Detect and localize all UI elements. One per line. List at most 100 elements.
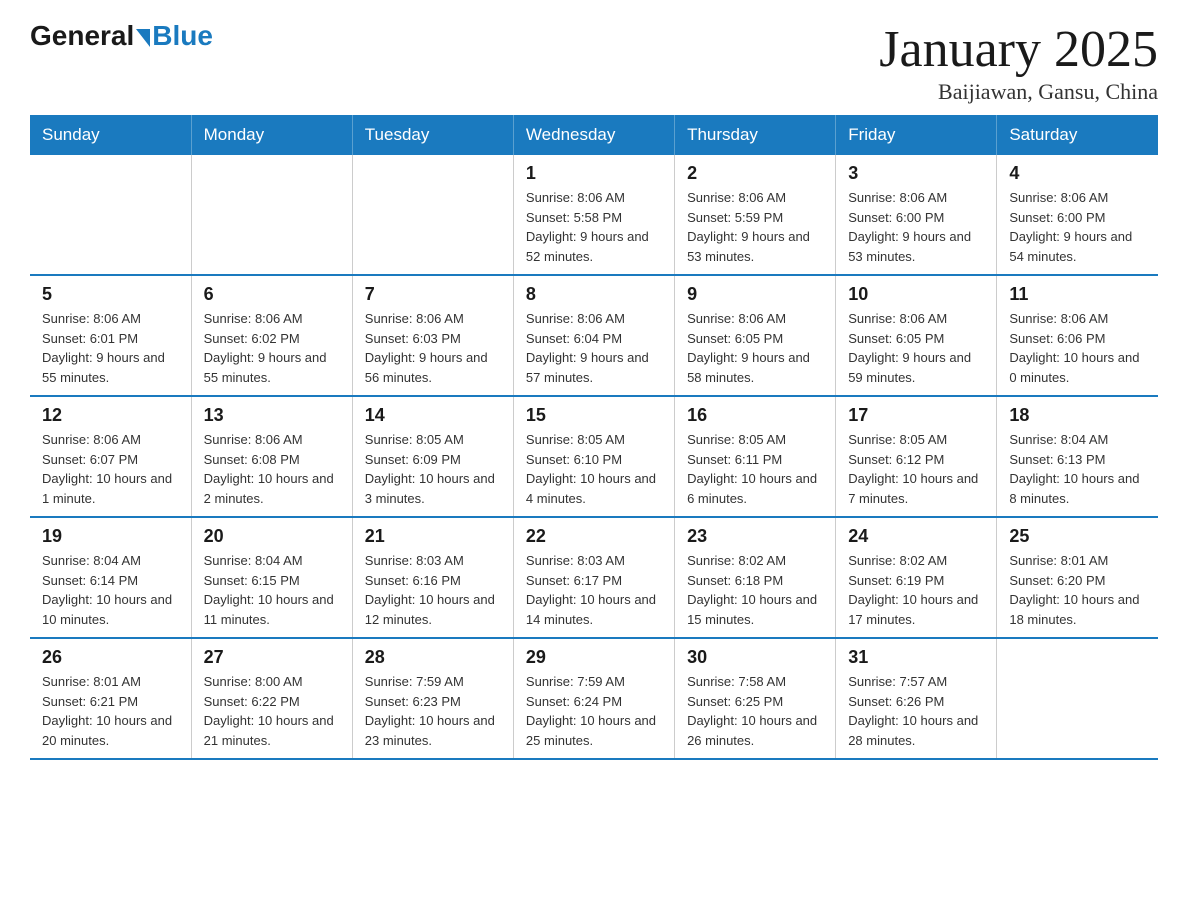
day-info: Sunrise: 8:06 AM Sunset: 6:00 PM Dayligh… — [1009, 188, 1146, 266]
day-info: Sunrise: 8:06 AM Sunset: 6:05 PM Dayligh… — [848, 309, 984, 387]
table-row: 31 Sunrise: 7:57 AM Sunset: 6:26 PM Dayli… — [836, 638, 997, 759]
day-number: 14 — [365, 405, 501, 426]
day-number: 17 — [848, 405, 984, 426]
day-number: 22 — [526, 526, 662, 547]
day-number: 5 — [42, 284, 179, 305]
day-info: Sunrise: 8:04 AM Sunset: 6:13 PM Dayligh… — [1009, 430, 1146, 508]
table-row: 9Sunrise: 8:06 AM Sunset: 6:05 PM Daylig… — [675, 275, 836, 396]
day-number: 29 — [526, 647, 662, 668]
table-row: 30 Sunrise: 7:58 AM Sunset: 6:25 PM Dayli… — [675, 638, 836, 759]
table-row: 11Sunrise: 8:06 AM Sunset: 6:06 PM Dayli… — [997, 275, 1158, 396]
day-info: Sunrise: 8:06 AM Sunset: 6:05 PM Dayligh… — [687, 309, 823, 387]
day-info: Sunrise: 8:06 AM Sunset: 6:03 PM Dayligh… — [365, 309, 501, 387]
table-row: 26 Sunrise: 8:01 AM Sunset: 6:21 PM Dayli… — [30, 638, 191, 759]
day-info: Sunrise: 7:59 AM Sunset: 6:24 PM Dayligh… — [526, 672, 662, 750]
day-info: Sunrise: 8:01 AM Sunset: 6:21 PM Dayligh… — [42, 672, 179, 750]
day-info: Sunrise: 7:59 AM Sunset: 6:23 PM Dayligh… — [365, 672, 501, 750]
table-row: 23 Sunrise: 8:02 AM Sunset: 6:18 PM Dayli… — [675, 517, 836, 638]
day-number: 11 — [1009, 284, 1146, 305]
day-info: Sunrise: 8:06 AM Sunset: 6:04 PM Dayligh… — [526, 309, 662, 387]
table-row — [30, 155, 191, 275]
header-monday: Monday — [191, 115, 352, 155]
table-row: 1 Sunrise: 8:06 AM Sunset: 5:58 PM Daylig… — [513, 155, 674, 275]
day-info: Sunrise: 8:04 AM Sunset: 6:14 PM Dayligh… — [42, 551, 179, 629]
logo: General Blue — [30, 20, 213, 52]
table-row: 10 Sunrise: 8:06 AM Sunset: 6:05 PM Dayli… — [836, 275, 997, 396]
day-number: 2 — [687, 163, 823, 184]
table-row: 21 Sunrise: 8:03 AM Sunset: 6:16 PM Dayli… — [352, 517, 513, 638]
logo-general-text: General — [30, 20, 134, 52]
page-header: General Blue January 2025 Baijiawan, Gan… — [30, 20, 1158, 105]
table-row: 7 Sunrise: 8:06 AM Sunset: 6:03 PM Daylig… — [352, 275, 513, 396]
day-number: 19 — [42, 526, 179, 547]
calendar-week-row: 19 Sunrise: 8:04 AM Sunset: 6:14 PM Dayli… — [30, 517, 1158, 638]
day-number: 18 — [1009, 405, 1146, 426]
day-info: Sunrise: 8:06 AM Sunset: 6:08 PM Dayligh… — [204, 430, 340, 508]
day-number: 20 — [204, 526, 340, 547]
table-row: 27 Sunrise: 8:00 AM Sunset: 6:22 PM Dayli… — [191, 638, 352, 759]
header-wednesday: Wednesday — [513, 115, 674, 155]
day-info: Sunrise: 8:06 AM Sunset: 5:59 PM Dayligh… — [687, 188, 823, 266]
day-number: 6 — [204, 284, 340, 305]
day-info: Sunrise: 7:57 AM Sunset: 6:26 PM Dayligh… — [848, 672, 984, 750]
table-row: 4 Sunrise: 8:06 AM Sunset: 6:00 PM Daylig… — [997, 155, 1158, 275]
calendar-header-row: Sunday Monday Tuesday Wednesday Thursday… — [30, 115, 1158, 155]
header-tuesday: Tuesday — [352, 115, 513, 155]
table-row: 24 Sunrise: 8:02 AM Sunset: 6:19 PM Dayli… — [836, 517, 997, 638]
day-number: 26 — [42, 647, 179, 668]
day-number: 23 — [687, 526, 823, 547]
table-row: 6Sunrise: 8:06 AM Sunset: 6:02 PM Daylig… — [191, 275, 352, 396]
day-number: 27 — [204, 647, 340, 668]
table-row — [997, 638, 1158, 759]
table-row: 2 Sunrise: 8:06 AM Sunset: 5:59 PM Daylig… — [675, 155, 836, 275]
day-number: 8 — [526, 284, 662, 305]
day-number: 4 — [1009, 163, 1146, 184]
table-row: 29 Sunrise: 7:59 AM Sunset: 6:24 PM Dayli… — [513, 638, 674, 759]
day-info: Sunrise: 8:04 AM Sunset: 6:15 PM Dayligh… — [204, 551, 340, 629]
day-info: Sunrise: 8:03 AM Sunset: 6:16 PM Dayligh… — [365, 551, 501, 629]
calendar-title: January 2025 — [879, 20, 1158, 79]
header-thursday: Thursday — [675, 115, 836, 155]
calendar-subtitle: Baijiawan, Gansu, China — [879, 79, 1158, 105]
day-number: 1 — [526, 163, 662, 184]
table-row: 15 Sunrise: 8:05 AM Sunset: 6:10 PM Dayli… — [513, 396, 674, 517]
calendar-table: Sunday Monday Tuesday Wednesday Thursday… — [30, 115, 1158, 760]
day-info: Sunrise: 8:01 AM Sunset: 6:20 PM Dayligh… — [1009, 551, 1146, 629]
day-info: Sunrise: 8:05 AM Sunset: 6:12 PM Dayligh… — [848, 430, 984, 508]
day-info: Sunrise: 8:00 AM Sunset: 6:22 PM Dayligh… — [204, 672, 340, 750]
day-info: Sunrise: 8:06 AM Sunset: 6:01 PM Dayligh… — [42, 309, 179, 387]
day-info: Sunrise: 7:58 AM Sunset: 6:25 PM Dayligh… — [687, 672, 823, 750]
day-info: Sunrise: 8:06 AM Sunset: 5:58 PM Dayligh… — [526, 188, 662, 266]
table-row: 20 Sunrise: 8:04 AM Sunset: 6:15 PM Dayli… — [191, 517, 352, 638]
table-row: 14 Sunrise: 8:05 AM Sunset: 6:09 PM Dayli… — [352, 396, 513, 517]
table-row: 25Sunrise: 8:01 AM Sunset: 6:20 PM Dayli… — [997, 517, 1158, 638]
day-number: 10 — [848, 284, 984, 305]
day-number: 24 — [848, 526, 984, 547]
day-number: 31 — [848, 647, 984, 668]
day-info: Sunrise: 8:05 AM Sunset: 6:10 PM Dayligh… — [526, 430, 662, 508]
table-row: 22 Sunrise: 8:03 AM Sunset: 6:17 PM Dayli… — [513, 517, 674, 638]
day-info: Sunrise: 8:03 AM Sunset: 6:17 PM Dayligh… — [526, 551, 662, 629]
day-number: 15 — [526, 405, 662, 426]
table-row: 28 Sunrise: 7:59 AM Sunset: 6:23 PM Dayli… — [352, 638, 513, 759]
day-number: 30 — [687, 647, 823, 668]
calendar-week-row: 26 Sunrise: 8:01 AM Sunset: 6:21 PM Dayli… — [30, 638, 1158, 759]
table-row: 12Sunrise: 8:06 AM Sunset: 6:07 PM Dayli… — [30, 396, 191, 517]
header-friday: Friday — [836, 115, 997, 155]
day-number: 21 — [365, 526, 501, 547]
calendar-week-row: 5 Sunrise: 8:06 AM Sunset: 6:01 PM Daylig… — [30, 275, 1158, 396]
day-number: 7 — [365, 284, 501, 305]
day-info: Sunrise: 8:06 AM Sunset: 6:00 PM Dayligh… — [848, 188, 984, 266]
day-number: 3 — [848, 163, 984, 184]
day-number: 13 — [204, 405, 340, 426]
day-info: Sunrise: 8:02 AM Sunset: 6:19 PM Dayligh… — [848, 551, 984, 629]
day-info: Sunrise: 8:02 AM Sunset: 6:18 PM Dayligh… — [687, 551, 823, 629]
day-number: 28 — [365, 647, 501, 668]
day-info: Sunrise: 8:06 AM Sunset: 6:07 PM Dayligh… — [42, 430, 179, 508]
table-row: 13 Sunrise: 8:06 AM Sunset: 6:08 PM Dayli… — [191, 396, 352, 517]
day-info: Sunrise: 8:05 AM Sunset: 6:09 PM Dayligh… — [365, 430, 501, 508]
header-sunday: Sunday — [30, 115, 191, 155]
table-row — [352, 155, 513, 275]
table-row: 3 Sunrise: 8:06 AM Sunset: 6:00 PM Daylig… — [836, 155, 997, 275]
table-row: 8 Sunrise: 8:06 AM Sunset: 6:04 PM Daylig… — [513, 275, 674, 396]
